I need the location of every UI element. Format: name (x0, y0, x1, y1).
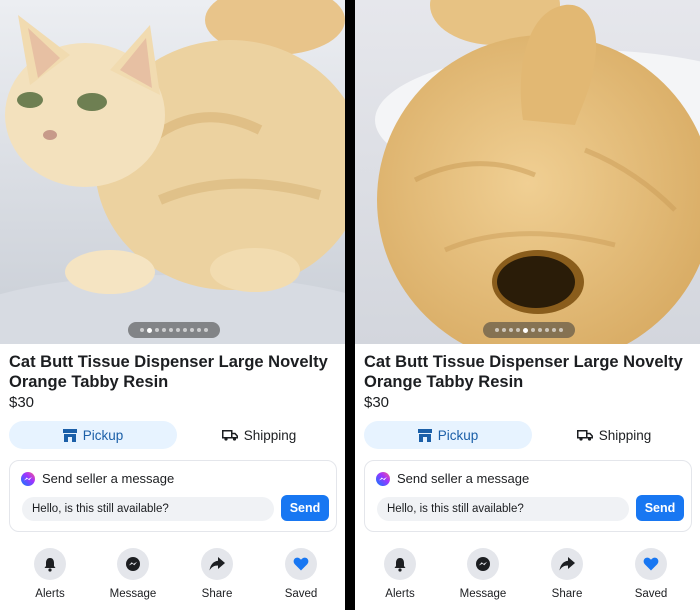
tab-pickup-label: Pickup (82, 427, 124, 443)
pager-dot (162, 328, 166, 332)
tab-pickup[interactable]: Pickup (9, 421, 177, 449)
store-icon (62, 428, 77, 442)
saved-label: Saved (284, 588, 318, 600)
pager-dot (531, 328, 535, 332)
alerts-button[interactable]: Alerts (15, 548, 85, 600)
share-button[interactable]: Share (532, 548, 602, 600)
truck-icon (221, 429, 238, 441)
message-input[interactable] (22, 497, 274, 521)
saved-label: Saved (634, 588, 668, 600)
pager-dot (176, 328, 180, 332)
pager-dot (190, 328, 194, 332)
share-label: Share (201, 588, 233, 600)
photo-pager-dots (483, 322, 575, 338)
alerts-button[interactable]: Alerts (365, 548, 435, 600)
pager-dot (552, 328, 556, 332)
share-icon (201, 548, 233, 580)
message-header-label: Send seller a message (397, 471, 530, 486)
listing-price: $30 (9, 394, 35, 411)
message-label: Message (459, 588, 507, 600)
send-button[interactable]: Send (281, 495, 329, 521)
share-icon (551, 548, 583, 580)
listing-price: $30 (364, 394, 390, 411)
pager-dot (523, 327, 528, 333)
share-label: Share (551, 588, 583, 600)
store-icon (417, 428, 432, 442)
alerts-label: Alerts (385, 588, 415, 600)
tab-shipping[interactable]: Shipping (184, 421, 334, 449)
pager-dot (495, 328, 499, 332)
pager-dot (509, 328, 513, 332)
messenger-icon (376, 471, 390, 486)
pager-dot (197, 328, 201, 332)
bell-icon (384, 548, 416, 580)
delivery-tabs: Pickup Shipping (364, 421, 692, 449)
tab-pickup-label: Pickup (437, 427, 479, 443)
delivery-tabs: Pickup Shipping (9, 421, 337, 449)
listing-panel-left: Cat Butt Tissue Dispenser Large Novelty … (0, 0, 345, 610)
tab-shipping[interactable]: Shipping (539, 421, 689, 449)
message-button[interactable]: Message (448, 548, 518, 600)
truck-icon (576, 429, 593, 441)
message-seller-card: Send seller a message Send (364, 460, 692, 532)
tab-shipping-label: Shipping (598, 427, 652, 443)
saved-button[interactable]: Saved (266, 548, 336, 600)
pager-dot (502, 328, 506, 332)
messenger-icon (117, 548, 149, 580)
saved-button[interactable]: Saved (616, 548, 686, 600)
listing-photo[interactable] (0, 0, 345, 344)
listing-title: Cat Butt Tissue Dispenser Large Novelty … (9, 353, 328, 391)
message-header: Send seller a message (21, 471, 174, 486)
photo-pager-dots (128, 322, 220, 338)
pager-dot (183, 328, 187, 332)
send-button[interactable]: Send (636, 495, 684, 521)
bell-icon (34, 548, 66, 580)
message-header-label: Send seller a message (42, 471, 175, 486)
pager-dot (204, 328, 208, 332)
message-seller-card: Send seller a message Send (9, 460, 337, 532)
message-input[interactable] (377, 497, 629, 521)
pager-dot (155, 328, 159, 332)
pager-dot (169, 328, 173, 332)
heart-icon (635, 548, 667, 580)
pager-dot (538, 328, 542, 332)
message-button[interactable]: Message (98, 548, 168, 600)
tab-shipping-label: Shipping (243, 427, 297, 443)
message-header: Send seller a message (376, 471, 529, 486)
messenger-icon (467, 548, 499, 580)
pager-dot (545, 328, 549, 332)
message-label: Message (109, 588, 157, 600)
pager-dot (516, 328, 520, 332)
heart-icon (285, 548, 317, 580)
action-bar: Alerts Message Share Saved (355, 548, 700, 604)
pager-dot (559, 328, 563, 332)
tab-pickup[interactable]: Pickup (364, 421, 532, 449)
alerts-label: Alerts (35, 588, 65, 600)
action-bar: Alerts Message Share Saved (0, 548, 345, 604)
pager-dot (147, 327, 152, 333)
pager-dot (140, 328, 144, 332)
share-button[interactable]: Share (182, 548, 252, 600)
listing-title: Cat Butt Tissue Dispenser Large Novelty … (364, 353, 683, 391)
listing-photo[interactable] (355, 0, 700, 344)
messenger-icon (21, 471, 35, 486)
listing-panel-right: Cat Butt Tissue Dispenser Large Novelty … (355, 0, 700, 610)
